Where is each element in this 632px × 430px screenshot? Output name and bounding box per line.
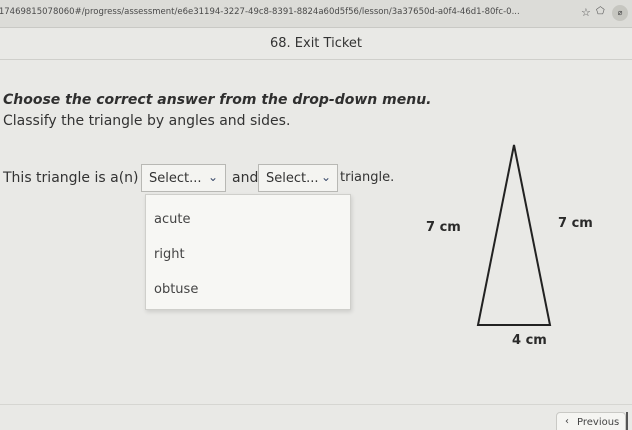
- next-button-edge[interactable]: [626, 412, 628, 430]
- chevron-down-icon: ⌄: [208, 170, 219, 184]
- chevron-down-icon: ⌄: [321, 170, 332, 184]
- assessment-header: 68. Exit Ticket: [0, 28, 632, 60]
- isosceles-triangle-shape: [476, 144, 552, 326]
- side-type-select[interactable]: Select... ⌄: [258, 164, 338, 192]
- profile-avatar-icon[interactable]: ⌀: [612, 5, 628, 21]
- sentence-start-text: This triangle is a(n): [3, 170, 139, 186]
- extension-icon[interactable]: ⬠: [596, 6, 605, 17]
- angle-select-label: Select...: [149, 171, 202, 186]
- question-instructions: Choose the correct answer from the drop-…: [3, 92, 432, 108]
- footer-divider: [0, 404, 632, 405]
- sentence-and-text: and: [232, 170, 259, 186]
- angle-dropdown-menu: acute right obtuse: [145, 194, 351, 310]
- side-select-label: Select...: [266, 171, 319, 186]
- question-prompt: Classify the triangle by angles and side…: [3, 113, 291, 129]
- address-bar[interactable]: /17469815078060#/progress/assessment/e6e…: [0, 7, 561, 17]
- left-side-length-label: 7 cm: [426, 220, 461, 235]
- dropdown-option-acute[interactable]: acute: [146, 203, 350, 237]
- angle-type-select[interactable]: Select... ⌄: [141, 164, 226, 192]
- bookmark-star-icon[interactable]: ☆: [581, 6, 591, 19]
- previous-button[interactable]: ‹ Previous: [556, 412, 626, 430]
- dropdown-option-obtuse[interactable]: obtuse: [146, 273, 350, 307]
- triangle-figure: [476, 144, 552, 326]
- base-length-label: 4 cm: [512, 333, 547, 348]
- browser-toolbar: /17469815078060#/progress/assessment/e6e…: [0, 0, 632, 28]
- page-title: 68. Exit Ticket: [269, 36, 362, 51]
- previous-button-label: Previous: [577, 417, 620, 428]
- right-side-length-label: 7 cm: [558, 216, 593, 231]
- chevron-left-icon: ‹: [565, 416, 569, 427]
- dropdown-option-right[interactable]: right: [146, 238, 350, 272]
- sentence-end-text: triangle.: [340, 170, 395, 185]
